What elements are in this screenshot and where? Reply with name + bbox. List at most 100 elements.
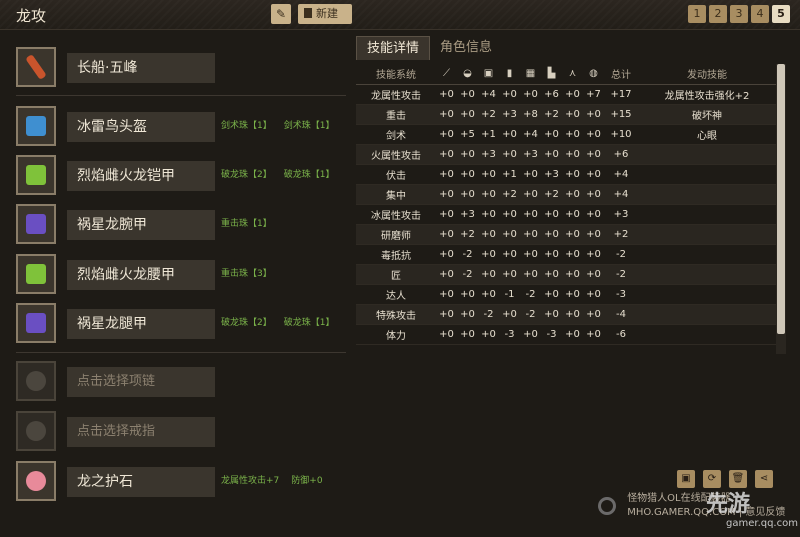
skill-points: +0 [541, 264, 562, 285]
pencil-icon: ✎ [275, 7, 287, 21]
skill-points: +0 [436, 304, 457, 325]
skill-points: +0 [520, 244, 541, 265]
weapon-slot[interactable]: 长船·五峰 [16, 47, 346, 87]
skill-points: +0 [583, 324, 604, 345]
ring-slot[interactable]: 点击选择戒指 [16, 411, 346, 451]
divider [16, 352, 346, 353]
skill-points: +0 [457, 184, 478, 205]
activated-skill [638, 264, 776, 285]
table-row: 龙属性攻击 +0 +0 +4 +0 +0 +6 +0 +7 +17 龙属性攻击强化+2 [356, 84, 776, 105]
tab-character-info[interactable]: 角色信息 [430, 36, 502, 60]
page-button-5[interactable]: 5 [772, 5, 790, 23]
skill-points: -2 [520, 304, 541, 325]
skill-points: +0 [520, 184, 541, 205]
skill-name: 龙属性攻击 [356, 84, 436, 105]
table-row: 特殊攻击 +0 +0 -2 +0 -2 +0 +0 +0 -4 [356, 304, 776, 325]
skill-total: +4 [604, 184, 638, 205]
skill-points: -3 [499, 324, 520, 345]
skill-points: +0 [436, 264, 457, 285]
skill-name: 达人 [356, 284, 436, 305]
skill-points: +0 [562, 224, 583, 245]
skill-total: -2 [604, 264, 638, 285]
skill-total: +4 [604, 164, 638, 185]
skill-points: +0 [562, 324, 583, 345]
column-header: 技能系统 [356, 63, 436, 85]
skill-total: +2 [604, 224, 638, 245]
skill-points: +0 [583, 244, 604, 265]
skill-name: 伏击 [356, 164, 436, 185]
leg-slot[interactable]: 祸星龙腿甲 破龙珠【2】 破龙珠【1】 [16, 303, 346, 343]
skill-points: +0 [541, 304, 562, 325]
scroll-thumb[interactable] [777, 64, 785, 334]
skill-name: 体力 [356, 324, 436, 345]
skill-points: +6 [541, 84, 562, 105]
skill-points: +0 [436, 84, 457, 105]
helmet-icon: ◒ [457, 63, 478, 85]
skill-points: +2 [541, 104, 562, 125]
page-button-1[interactable]: 1 [688, 5, 706, 23]
skill-points: +0 [562, 124, 583, 145]
table-scrollbar[interactable] [776, 64, 786, 354]
activated-skill [638, 304, 776, 325]
table-row: 体力 +0 +0 +0 -3 +0 -3 +0 +0 -6 [356, 324, 776, 345]
talisman-skill: 龙属性攻击+7 [221, 476, 280, 486]
edit-button[interactable]: ✎ [271, 4, 291, 24]
talisman-slot[interactable]: 龙之护石 龙属性攻击+7 防御+0 [16, 461, 346, 501]
chest-armor-icon [16, 155, 56, 195]
skill-points: +0 [562, 244, 583, 265]
jewel-list: 破龙珠【2】 破龙珠【1】 [221, 167, 346, 180]
skill-points: +1 [499, 164, 520, 185]
helmet-icon [16, 106, 56, 146]
skill-points: +4 [478, 84, 499, 105]
activated-skill: 破坏神 [638, 104, 776, 125]
new-set-button[interactable]: 新建 [298, 4, 352, 24]
activated-skill: 龙属性攻击强化+2 [638, 84, 776, 105]
skill-points: -3 [541, 324, 562, 345]
skill-points: +0 [478, 324, 499, 345]
waist-armor-icon: ▦ [520, 63, 541, 85]
skill-points: +1 [478, 124, 499, 145]
save-button[interactable]: ▣ [677, 470, 695, 488]
chest-slot[interactable]: 烈焰雌火龙铠甲 破龙珠【2】 破龙珠【1】 [16, 155, 346, 195]
arm-slot[interactable]: 祸星龙腕甲 重击珠【1】 [16, 204, 346, 244]
page-button-3[interactable]: 3 [730, 5, 748, 23]
ring-icon: ◍ [583, 63, 604, 85]
skill-points: +0 [499, 204, 520, 225]
jewel-list: 龙属性攻击+7 防御+0 [221, 473, 335, 486]
necklace-slot[interactable]: 点击选择项链 [16, 361, 346, 401]
skill-points: +2 [478, 104, 499, 125]
skill-points: +0 [541, 244, 562, 265]
chest-armor-icon: ▣ [478, 63, 499, 85]
skill-points: +0 [520, 204, 541, 225]
share-button[interactable]: ⋖ [755, 470, 773, 488]
footer-branding: 怪物猎人OL在线配装器 MHO.GAMER.QQ.COM | 意见反馈 [598, 492, 785, 520]
activated-skill [638, 164, 776, 185]
page-button-2[interactable]: 2 [709, 5, 727, 23]
skill-points: +0 [499, 144, 520, 165]
jewel-label: 破龙珠【2】 [221, 318, 272, 328]
trash-icon: 🗑 [731, 473, 745, 484]
skill-points: +0 [457, 144, 478, 165]
table-row: 达人 +0 +0 +0 -1 -2 +0 +0 +0 -3 [356, 284, 776, 305]
waist-armor-icon [16, 254, 56, 294]
tab-skill-details[interactable]: 技能详情 [356, 36, 431, 60]
activated-skill [638, 324, 776, 345]
skill-points: +0 [520, 224, 541, 245]
skill-name: 匠 [356, 264, 436, 285]
sync-icon: ⟳ [707, 473, 717, 484]
skill-points: -1 [499, 284, 520, 305]
jewel-label: 破龙珠【1】 [283, 170, 335, 180]
skill-points: +0 [499, 244, 520, 265]
skill-total: +17 [604, 84, 638, 105]
page-button-4[interactable]: 4 [751, 5, 769, 23]
waist-slot[interactable]: 烈焰雌火龙腰甲 重击珠【3】 [16, 254, 346, 294]
activated-skill [638, 224, 776, 245]
helmet-slot[interactable]: 冰雷鸟头盔 剑术珠【1】 剑术珠【1】 [16, 106, 346, 146]
skill-points: +0 [562, 304, 583, 325]
skill-points: +0 [436, 104, 457, 125]
weapon-icon: ⟋ [436, 63, 457, 85]
skill-name: 剑术 [356, 124, 436, 145]
slot-placeholder: 点击选择戒指 [67, 417, 215, 447]
skill-points: +0 [562, 284, 583, 305]
activated-skill [638, 244, 776, 265]
